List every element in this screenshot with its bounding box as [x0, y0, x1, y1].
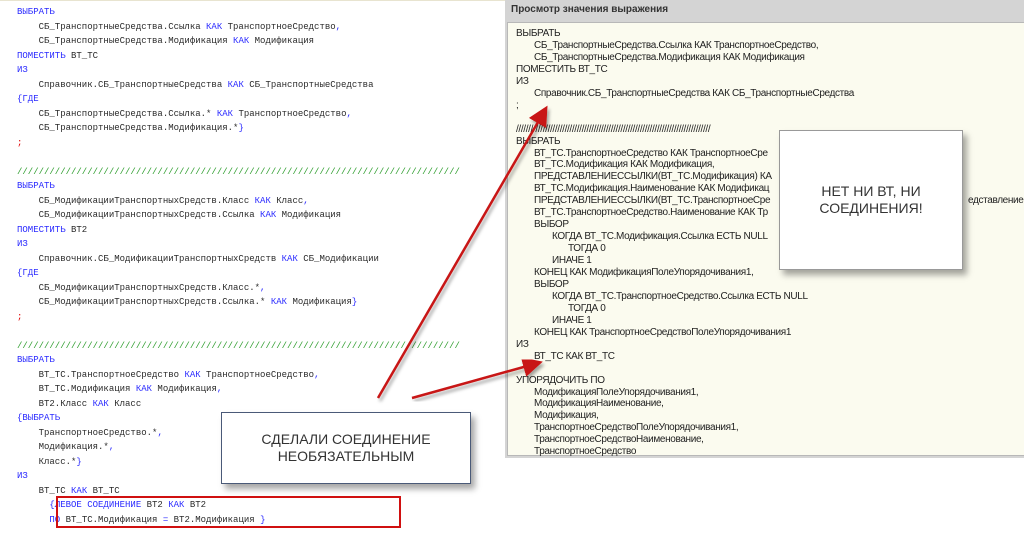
arrow-to-first-query	[376, 105, 548, 399]
callout-text-line: НЕОБЯЗАТЕЛЬНЫМ	[277, 448, 415, 464]
callout-text-line: НЕТ НИ ВТ, НИ	[821, 183, 921, 199]
callout-no-temp-table-no-join: НЕТ НИ ВТ, НИ СОЕДИНЕНИЯ!	[779, 130, 963, 270]
callout-join-optional: СДЕЛАЛИ СОЕДИНЕНИЕ НЕОБЯЗАТЕЛЬНЫМ	[221, 412, 471, 484]
arrow-to-from-clause	[411, 357, 543, 400]
callout-text-line: СДЕЛАЛИ СОЕДИНЕНИЕ	[261, 431, 431, 447]
callout-text-line: СОЕДИНЕНИЯ!	[819, 200, 923, 216]
